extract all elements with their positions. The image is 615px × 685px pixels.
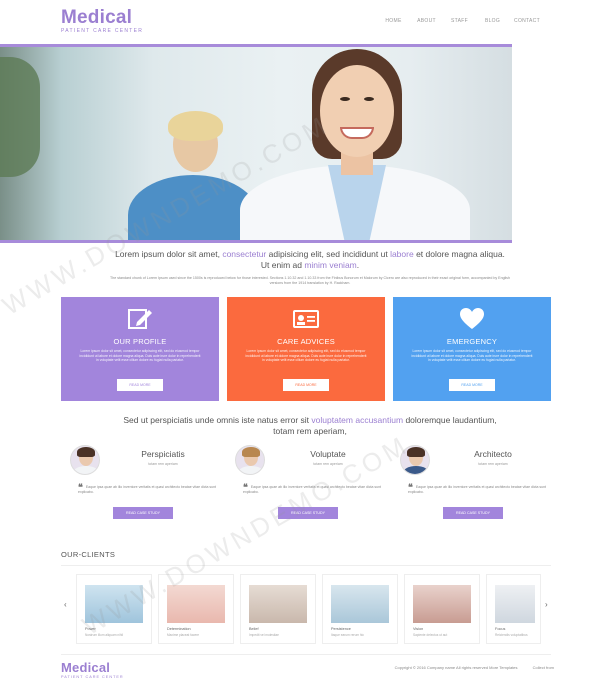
staff-name: Voluptate <box>310 449 346 459</box>
staff-quote: ❝ Eaque ipsa quae ab illo inventore verit… <box>243 482 382 495</box>
nav-contact[interactable]: CONTACT <box>509 18 545 24</box>
read-case-study-button[interactable]: READ CASE STUDY <box>278 507 338 519</box>
staff-quote: ❝ Eaque ipsa quae ab illo inventore verit… <box>408 482 547 495</box>
carousel-next-icon[interactable]: › <box>545 600 548 609</box>
divider <box>61 654 551 655</box>
read-more-button[interactable]: READ MORE <box>449 379 495 391</box>
nav-about[interactable]: ABOUT <box>410 18 443 24</box>
feature-text: Lorem ipsum dolor sit amet, consectetur … <box>411 349 533 363</box>
client-image <box>413 585 471 623</box>
client-card[interactable]: Determination Maxime placeat facere <box>158 574 234 644</box>
client-desc: Nostrum illum aliquam nihil <box>85 633 124 637</box>
client-desc: Maxime placeat facere <box>167 633 200 637</box>
hero-doctor-image <box>240 47 470 240</box>
feature-title: EMERGENCY <box>446 337 498 346</box>
clients-heading: OUR-CLIENTS <box>61 550 116 559</box>
feature-emergency: EMERGENCY Lorem ipsum dolor sit amet, co… <box>393 297 551 401</box>
avatar <box>400 445 430 475</box>
read-case-study-button[interactable]: READ CASE STUDY <box>113 507 173 519</box>
staff-card: Perspiciatis totam rem aperiam ❝ Eaque ip… <box>68 443 226 525</box>
avatar <box>235 445 265 475</box>
client-desc: Sapiente delectus ut aut <box>413 633 448 637</box>
client-name: Vision <box>413 627 424 631</box>
id-card-icon <box>293 310 319 328</box>
feature-our-profile: OUR PROFILE Lorem ipsum dolor sit amet, … <box>61 297 219 401</box>
staff-name: Perspiciatis <box>141 449 185 459</box>
client-card[interactable]: Power Nostrum illum aliquam nihil <box>76 574 152 644</box>
footer-logo-title: Medical <box>61 660 111 675</box>
client-image <box>331 585 389 623</box>
staff-card: Voluptate totam rem aperiam ❝ Eaque ipsa … <box>233 443 391 525</box>
client-image <box>167 585 225 623</box>
read-more-button[interactable]: READ MORE <box>117 379 163 391</box>
client-desc: Impedit vel molestiae <box>249 633 279 637</box>
divider <box>61 565 551 566</box>
nav-home[interactable]: HOME <box>377 18 410 24</box>
staff-role: totam rem aperiam <box>478 462 508 466</box>
hero-nurse-background <box>128 111 258 240</box>
client-image <box>85 585 143 623</box>
client-name: Focus <box>495 627 506 631</box>
logo[interactable]: Medical PATIENT CARE CENTER <box>61 7 144 35</box>
staff-name: Architecto <box>474 449 512 459</box>
feature-title: CARE ADVICES <box>277 337 335 346</box>
client-card[interactable]: Belief Impedit vel molestiae <box>240 574 316 644</box>
read-case-study-button[interactable]: READ CASE STUDY <box>443 507 503 519</box>
client-desc: Reiciendis voluptatibus <box>495 633 528 637</box>
staff-quote: ❝ Eaque ipsa quae ab illo inventore verit… <box>78 482 217 495</box>
edit-icon <box>128 309 152 329</box>
feature-text: Lorem ipsum dolor sit amet, consectetur … <box>79 349 201 363</box>
nav-blog[interactable]: BLOG <box>476 18 509 24</box>
feature-title: OUR PROFILE <box>113 337 167 346</box>
hero-banner <box>0 44 512 243</box>
heart-icon <box>460 308 484 329</box>
clients-carousel: Power Nostrum illum aliquam nihil Determ… <box>76 574 541 644</box>
section-quote: Sed ut perspiciatis unde omnis iste natu… <box>123 415 497 436</box>
client-name: Determination <box>167 627 191 631</box>
client-card[interactable]: Focus Reiciendis voluptatibus <box>486 574 541 644</box>
staff-role: totam rem aperiam <box>148 462 178 466</box>
staff-section: Perspiciatis totam rem aperiam ❝ Eaque ip… <box>68 443 556 525</box>
intro-lead: Lorem ipsum dolor sit amet, consectetur … <box>115 249 505 270</box>
footer-copyright: Copyright © 2016 Company name All rights… <box>394 665 554 670</box>
client-name: Persistence <box>331 627 351 631</box>
client-image <box>249 585 307 623</box>
client-name: Power <box>85 627 96 631</box>
avatar <box>70 445 100 475</box>
client-card[interactable]: Vision Sapiente delectus ut aut <box>404 574 480 644</box>
client-card[interactable]: Persistence Itaque earum rerum hic <box>322 574 398 644</box>
feature-text: Lorem ipsum dolor sit amet, consectetur … <box>245 349 367 363</box>
hero-plant <box>0 57 40 177</box>
site-header: Medical PATIENT CARE CENTER HOME ABOUT S… <box>0 0 615 44</box>
read-more-button[interactable]: READ MORE <box>283 379 329 391</box>
logo-title: Medical <box>61 7 133 28</box>
client-name: Belief <box>249 627 259 631</box>
client-desc: Itaque earum rerum hic <box>331 633 364 637</box>
nav-staff[interactable]: STAFF <box>443 18 476 24</box>
client-image <box>495 585 535 623</box>
feature-care-advices: CARE ADVICES Lorem ipsum dolor sit amet,… <box>227 297 385 401</box>
intro-paragraph: The standard chunk of Lorem Ipsum used s… <box>110 276 510 285</box>
staff-role: totam rem aperiam <box>313 462 343 466</box>
footer-logo[interactable]: Medical PATIENT CARE CENTER <box>61 661 124 680</box>
main-nav: HOME ABOUT STAFF BLOG CONTACT <box>377 18 545 24</box>
footer-logo-tagline: PATIENT CARE CENTER <box>61 675 124 679</box>
footer-collect-link[interactable]: Collect from <box>533 665 554 670</box>
carousel-prev-icon[interactable]: ‹ <box>64 600 67 609</box>
feature-boxes: OUR PROFILE Lorem ipsum dolor sit amet, … <box>61 297 551 401</box>
logo-tagline: PATIENT CARE CENTER <box>61 28 144 34</box>
staff-card: Architecto totam rem aperiam ❝ Eaque ipsa… <box>398 443 556 525</box>
